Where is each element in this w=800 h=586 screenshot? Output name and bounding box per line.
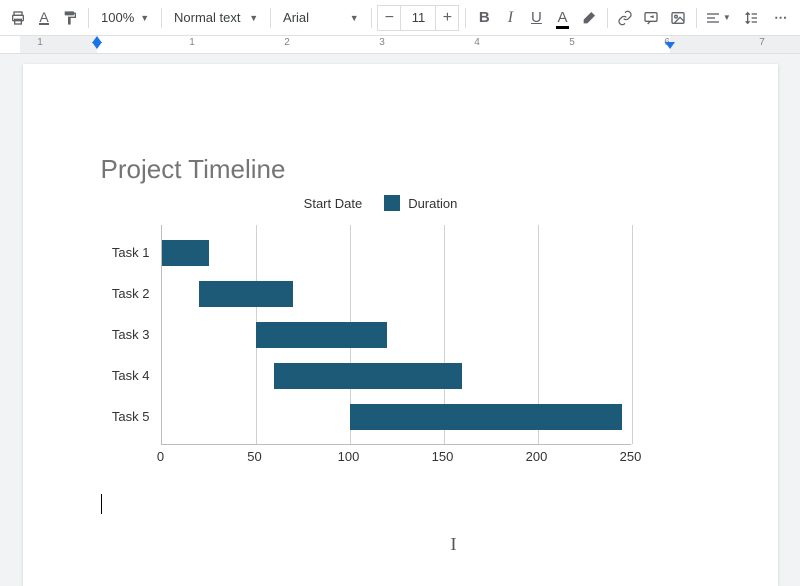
- chart-bar-duration: [256, 322, 388, 348]
- spellcheck-button[interactable]: A: [32, 4, 56, 32]
- paragraph-style-value: Normal text: [174, 10, 240, 25]
- chart-bar-duration: [350, 404, 623, 430]
- paragraph-style-select[interactable]: Normal text ▼: [168, 5, 264, 31]
- font-family-select[interactable]: Arial ▼: [277, 5, 365, 31]
- chart-y-label: Task 5: [112, 404, 162, 430]
- page[interactable]: Project Timeline Start Date Duration Tas…: [23, 64, 778, 586]
- underline-button[interactable]: U: [524, 4, 548, 32]
- highlight-color-button[interactable]: [577, 4, 601, 32]
- legend-item-start-date: Start Date: [304, 196, 363, 211]
- chart-y-label: Task 4: [112, 363, 162, 389]
- line-spacing-button[interactable]: [735, 4, 766, 32]
- chart-bar-duration: [199, 281, 293, 307]
- document-area: Project Timeline Start Date Duration Tas…: [0, 54, 800, 586]
- chart-gridline: [632, 225, 633, 444]
- italic-button[interactable]: I: [498, 4, 522, 32]
- ruler-number: 7: [759, 37, 765, 48]
- chart-x-tick: 150: [432, 449, 454, 464]
- font-size-decrease-button[interactable]: −: [377, 5, 401, 31]
- chart-x-axis: 050100150200250: [161, 445, 631, 465]
- chart-x-tick: 250: [620, 449, 642, 464]
- more-tools-button[interactable]: ⋯: [768, 4, 794, 32]
- chart-row: Task 3: [162, 322, 631, 348]
- chart-y-label: Task 1: [112, 240, 162, 266]
- zoom-select[interactable]: 100% ▼: [95, 5, 155, 31]
- separator: [607, 8, 608, 28]
- chart-title: Project Timeline: [101, 154, 661, 185]
- horizontal-ruler[interactable]: 1 1 2 3 4 5 6 7: [0, 36, 800, 54]
- insert-link-button[interactable]: [613, 4, 637, 32]
- insert-image-button[interactable]: [666, 4, 690, 32]
- font-size-value[interactable]: 11: [401, 5, 435, 31]
- chart-row: Task 1: [162, 240, 631, 266]
- paint-format-button[interactable]: [58, 4, 82, 32]
- chart-x-tick: 200: [526, 449, 548, 464]
- ruler-number: 4: [474, 37, 480, 48]
- bold-button[interactable]: B: [472, 4, 496, 32]
- chart-y-label: Task 2: [112, 281, 162, 307]
- ruler-number: 1: [189, 37, 195, 48]
- separator: [161, 8, 162, 28]
- chart-legend: Start Date Duration: [101, 195, 661, 211]
- right-indent-marker[interactable]: [665, 42, 675, 49]
- chart[interactable]: Project Timeline Start Date Duration Tas…: [101, 154, 661, 465]
- align-button[interactable]: ▼: [702, 4, 733, 32]
- text-color-button[interactable]: A: [550, 4, 574, 32]
- chart-row: Task 2: [162, 281, 631, 307]
- separator: [88, 8, 89, 28]
- ruler-number: 2: [284, 37, 290, 48]
- ruler-number: 5: [569, 37, 575, 48]
- ruler-number: 1: [37, 37, 43, 48]
- chevron-down-icon: ▼: [140, 13, 149, 23]
- cursor-ibeam-icon: I: [451, 534, 457, 555]
- toolbar: A 100% ▼ Normal text ▼ Arial ▼ − 11 + B …: [0, 0, 800, 36]
- left-indent-marker[interactable]: [92, 42, 102, 49]
- separator: [465, 8, 466, 28]
- separator: [371, 8, 372, 28]
- chart-bar-duration: [274, 363, 462, 389]
- chart-plot-area: Task 1 Task 2 Task 3 Task 4 Task 5: [161, 225, 631, 445]
- ruler-margin-left: [20, 36, 97, 53]
- ruler-number: 3: [379, 37, 385, 48]
- chart-row: Task 5: [162, 404, 631, 430]
- separator: [696, 8, 697, 28]
- font-size-increase-button[interactable]: +: [435, 5, 459, 31]
- chevron-down-icon: ▼: [350, 13, 359, 23]
- chart-x-tick: 0: [157, 449, 164, 464]
- separator: [270, 8, 271, 28]
- text-caret: [101, 494, 102, 514]
- font-family-value: Arial: [283, 10, 309, 25]
- chevron-down-icon: ▼: [723, 13, 731, 22]
- zoom-value: 100%: [101, 10, 134, 25]
- ruler-margin-right: [670, 36, 800, 53]
- chevron-down-icon: ▼: [249, 13, 258, 23]
- legend-label: Start Date: [304, 196, 363, 211]
- legend-label: Duration: [408, 196, 457, 211]
- chart-x-tick: 100: [338, 449, 360, 464]
- chart-row: Task 4: [162, 363, 631, 389]
- legend-swatch-duration: [384, 195, 400, 211]
- chart-y-label: Task 3: [112, 322, 162, 348]
- print-button[interactable]: [6, 4, 30, 32]
- insert-comment-button[interactable]: [639, 4, 663, 32]
- font-size-stepper: − 11 +: [377, 5, 459, 31]
- chart-bar-duration: [162, 240, 209, 266]
- chart-x-tick: 50: [247, 449, 261, 464]
- legend-item-duration: Duration: [384, 195, 457, 211]
